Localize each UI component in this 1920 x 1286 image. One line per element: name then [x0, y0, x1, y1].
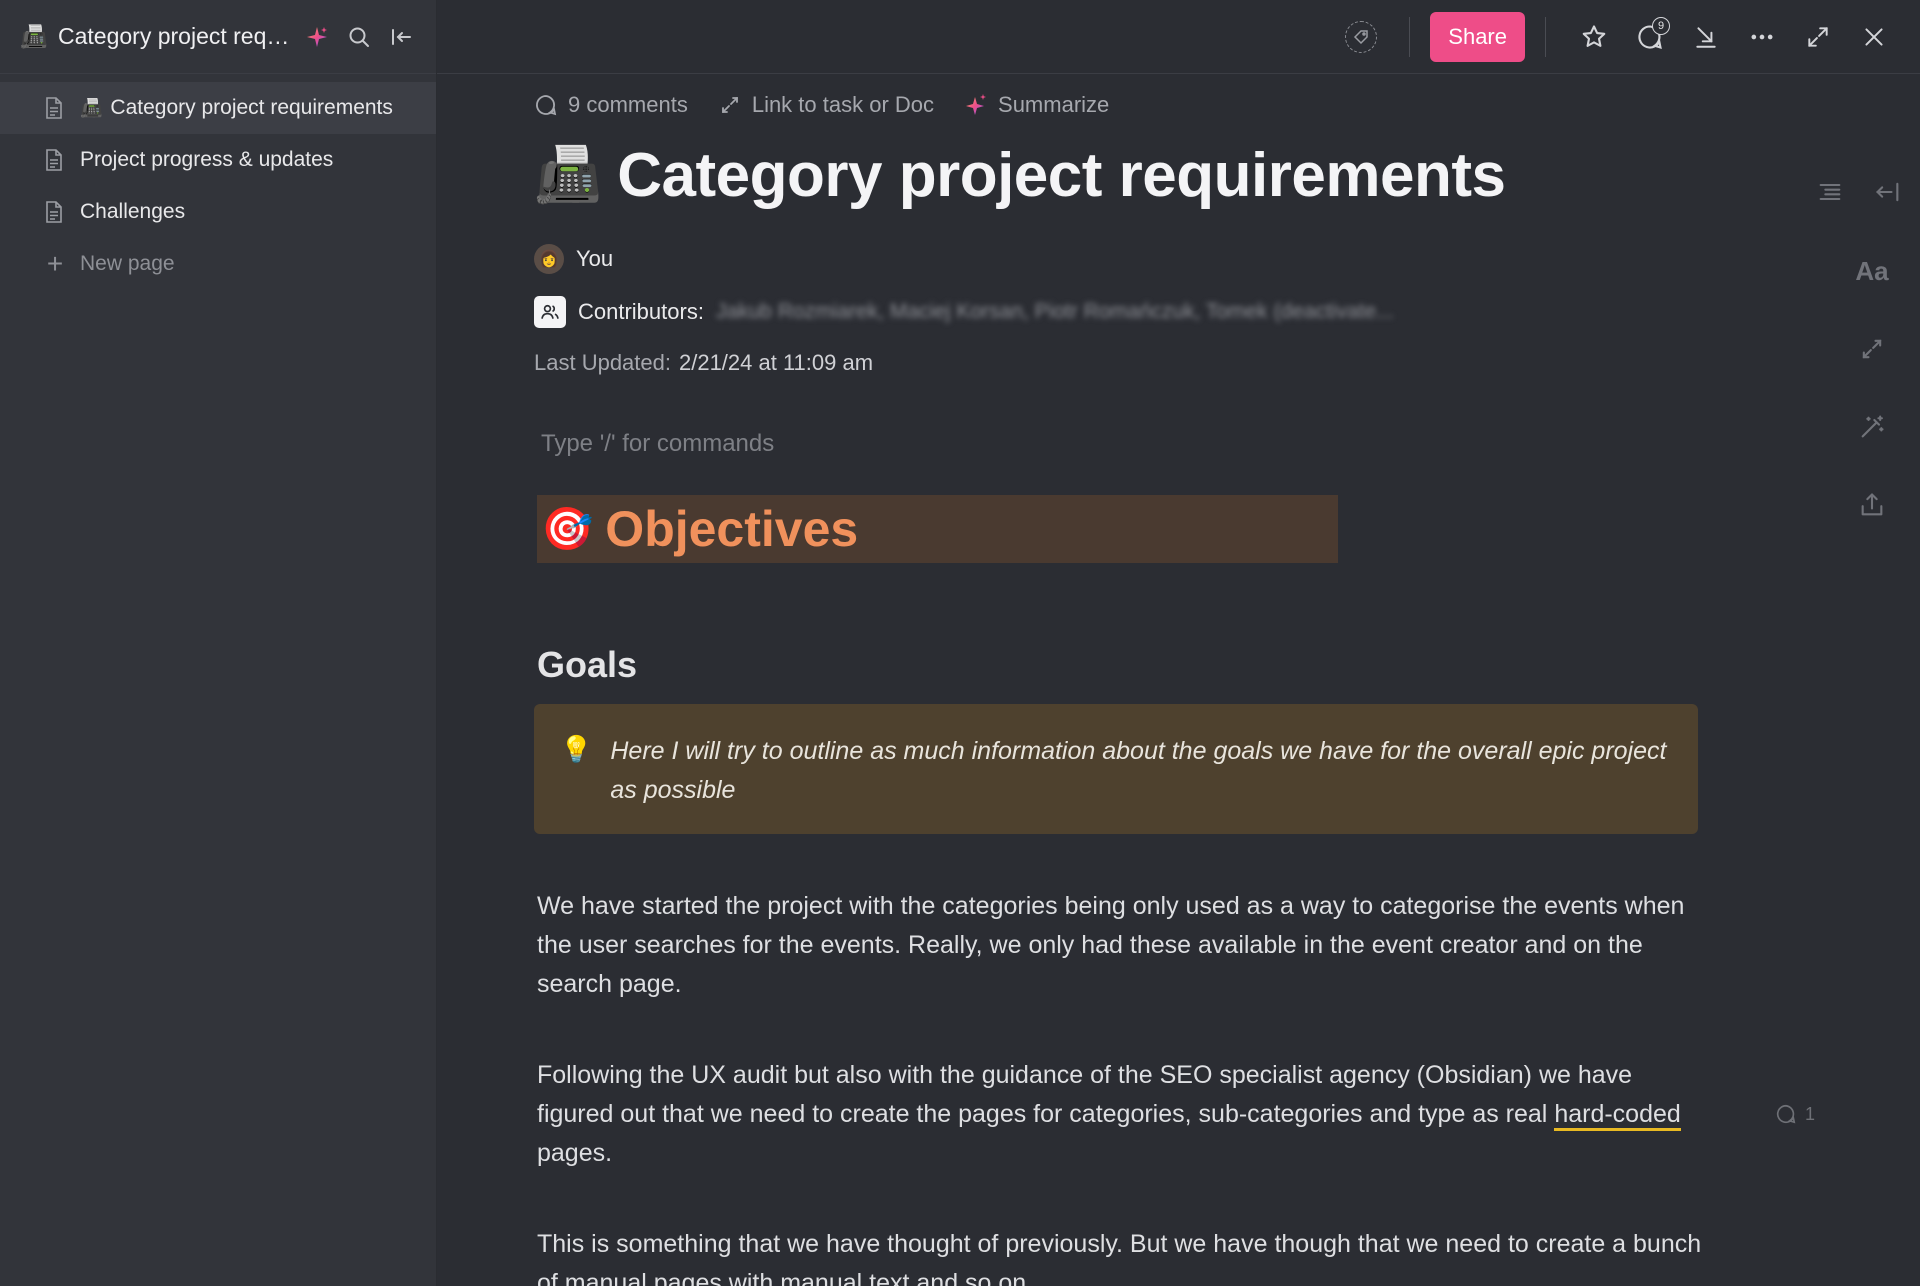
contributors-label: Contributors:: [578, 299, 704, 324]
avatar[interactable]: 👩: [534, 244, 564, 274]
right-tool-rail: Aa: [1852, 252, 1892, 524]
new-page-button[interactable]: + New page: [0, 238, 436, 290]
sidebar-header: 📠 Category project requ...: [0, 0, 436, 74]
paragraph-2-text-end: pages.: [537, 1139, 613, 1167]
ai-sparkle-icon[interactable]: [302, 22, 332, 52]
document-icon: [44, 148, 66, 172]
link-task-button[interactable]: Link to task or Doc: [718, 92, 934, 118]
paragraph-3[interactable]: This is something that we have thought o…: [537, 1225, 1707, 1286]
command-input-placeholder[interactable]: Type '/' for commands: [541, 430, 774, 458]
document-area: 9 comments Link to task or Doc Summarize…: [437, 74, 1920, 1286]
plus-icon: +: [46, 248, 64, 279]
link-task-label: Link to task or Doc: [751, 92, 935, 117]
last-updated-label: Last Updated:: [534, 350, 671, 375]
objectives-heading: Objectives: [605, 501, 859, 557]
page-list: 📠 Category project requirements Project …: [0, 74, 436, 290]
last-updated-value: 2/21/24 at 11:09 am: [678, 350, 874, 375]
comments-link[interactable]: 9 comments: [534, 92, 688, 118]
new-page-label: New page: [80, 252, 175, 275]
page-title[interactable]: Category project requirements: [617, 140, 1506, 211]
contributors-value: Jakub Rozmiarek, Maciej Korsan, Piotr Ro…: [715, 300, 1394, 323]
doc-title-row: 📠 Category project requirements: [534, 140, 1506, 211]
tags-button[interactable]: [1333, 12, 1389, 62]
close-icon: [1865, 27, 1883, 46]
sidebar-doc-title[interactable]: Category project requ...: [58, 23, 290, 50]
collapse-sidebar-icon[interactable]: [386, 22, 416, 52]
favorite-button[interactable]: [1566, 12, 1622, 62]
contributors-row: Contributors: Jakub Rozmiarek, Maciej Ko…: [534, 296, 1394, 328]
close-button[interactable]: [1846, 12, 1902, 62]
comments-count-badge: 9: [1652, 16, 1670, 35]
sidebar-item-label: Challenges: [80, 200, 186, 223]
comment-icon: [536, 95, 557, 116]
document-icon: [44, 96, 66, 120]
summarize-button[interactable]: Summarize: [964, 92, 1109, 118]
link-arrows-icon[interactable]: [1852, 330, 1892, 368]
sidebar: 📠 Category project requ... 📠 Category pr…: [0, 0, 437, 1286]
lightbulb-icon: 💡: [560, 734, 593, 764]
font-settings-button[interactable]: Aa: [1852, 252, 1892, 290]
sidebar-item-category-project-requirements[interactable]: 📠 Category project requirements: [0, 82, 436, 134]
collapse-right-icon[interactable]: [1874, 178, 1902, 211]
paragraph-1[interactable]: We have started the project with the cat…: [537, 887, 1707, 1004]
comments-button[interactable]: 9: [1622, 12, 1678, 62]
callout-text: Here I will try to outline as much infor…: [610, 737, 1667, 804]
goals-callout[interactable]: 💡 Here I will try to outline as much inf…: [534, 704, 1698, 834]
last-updated-row: Last Updated: 2/21/24 at 11:09 am: [534, 350, 873, 376]
document-icon: [44, 200, 66, 224]
sidebar-item-challenges[interactable]: Challenges: [0, 186, 436, 238]
expand-icon: [1808, 26, 1828, 47]
commented-text-highlight[interactable]: hard-coded: [1554, 1100, 1681, 1131]
search-icon[interactable]: [344, 22, 374, 52]
comments-count-label: 9 comments: [568, 92, 688, 117]
toolbar-divider: [1545, 16, 1546, 57]
expand-button[interactable]: [1790, 12, 1846, 62]
link-arrows-icon: [721, 97, 738, 113]
author-name: You: [576, 246, 614, 271]
paragraph-2[interactable]: Following the UX audit but also with the…: [537, 1056, 1707, 1173]
more-options-button[interactable]: [1734, 12, 1790, 62]
share-button[interactable]: Share: [1430, 11, 1525, 62]
doc-emoji-icon: 📠: [20, 23, 48, 49]
export-icon[interactable]: [1852, 486, 1892, 524]
author-row: 👩 You: [534, 244, 613, 274]
target-icon: 🎯: [541, 504, 594, 552]
goals-heading[interactable]: Goals: [537, 644, 637, 686]
star-icon: [1582, 24, 1606, 47]
outline-controls: [1816, 178, 1902, 211]
top-toolbar: Share 9: [437, 0, 1920, 74]
magic-wand-icon[interactable]: [1852, 408, 1892, 446]
summarize-label: Summarize: [998, 92, 1110, 117]
page-emoji-icon: 📠: [80, 97, 103, 118]
sidebar-item-label: Category project requirements: [110, 96, 393, 119]
ellipsis-icon: [1751, 34, 1773, 39]
paragraph-2-text: Following the UX audit but also with the…: [537, 1061, 1633, 1128]
sidebar-item-project-progress[interactable]: Project progress & updates: [0, 134, 436, 186]
objectives-heading-block[interactable]: 🎯 Objectives: [537, 495, 1338, 563]
toolbar-divider: [1409, 16, 1411, 57]
inline-comment-indicator[interactable]: 1: [1775, 1103, 1815, 1125]
sidebar-item-label: Project progress & updates: [80, 148, 334, 171]
inline-comment-count: 1: [1805, 1103, 1816, 1124]
comment-icon: [1776, 1104, 1796, 1124]
arrow-down-right-icon: [1696, 26, 1716, 48]
outline-icon[interactable]: [1816, 178, 1844, 211]
download-button[interactable]: [1678, 12, 1734, 62]
doc-emoji-icon[interactable]: 📠: [534, 144, 601, 207]
people-icon: [534, 296, 566, 328]
ai-sparkle-icon: [966, 94, 987, 115]
tag-icon: [1345, 20, 1378, 53]
doc-meta-bar: 9 comments Link to task or Doc Summarize: [534, 92, 1109, 118]
